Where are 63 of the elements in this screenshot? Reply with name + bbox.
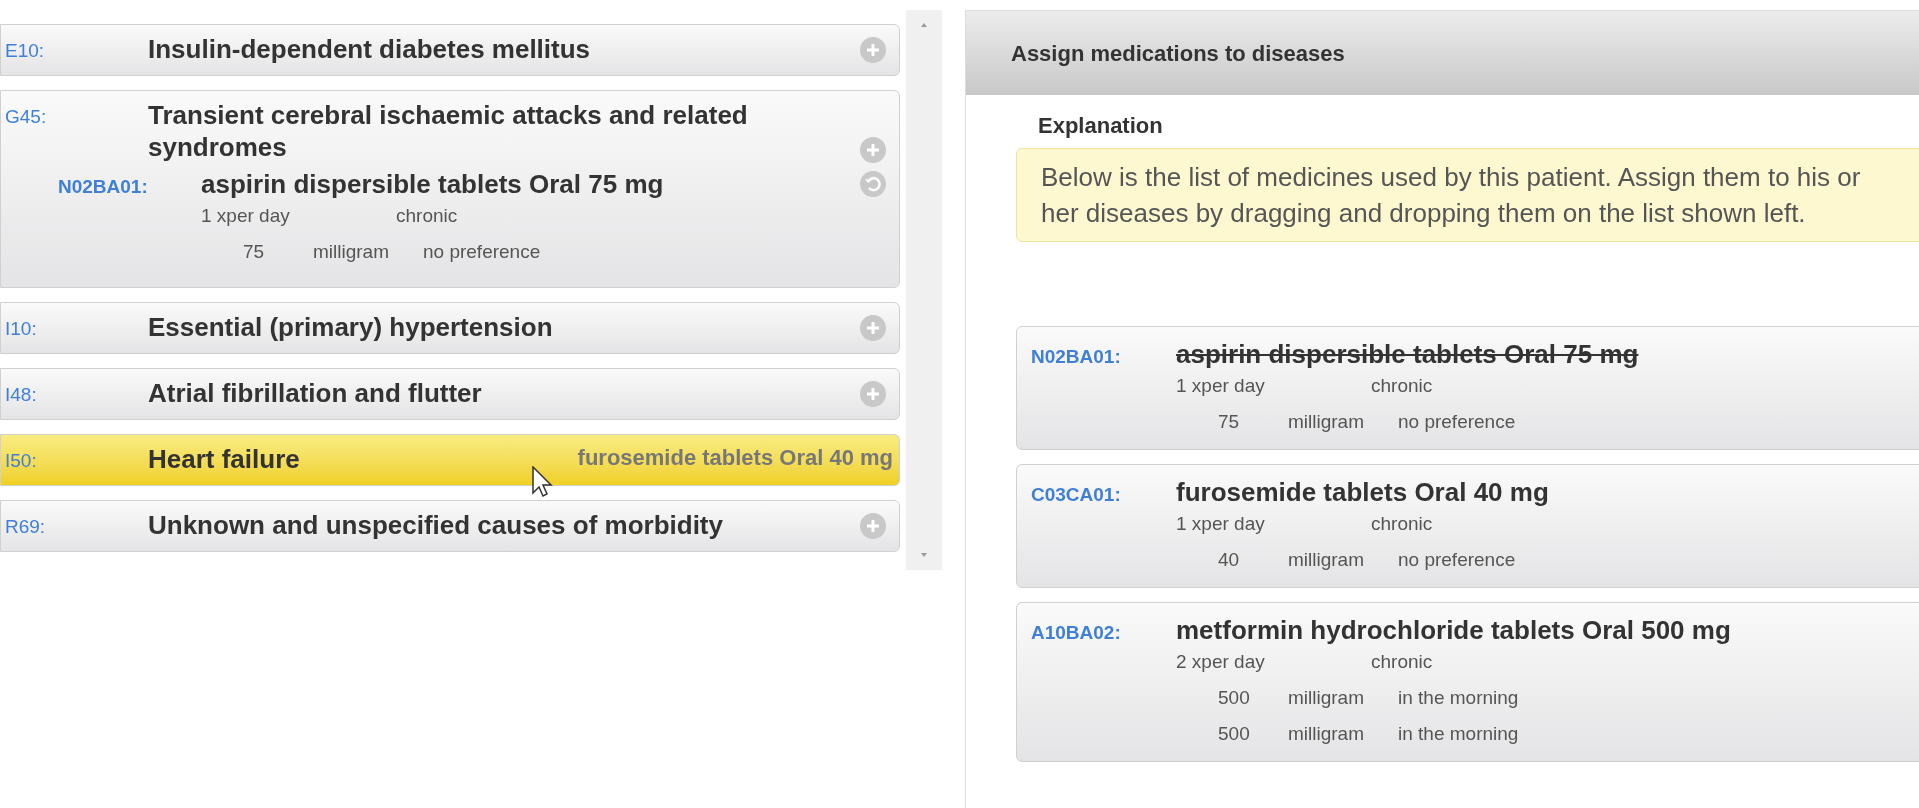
frequency-text: 2 xper day: [1176, 650, 1266, 674]
disease-row[interactable]: I48: Atrial fibrillation and flutter: [0, 368, 900, 420]
disease-name: Unknown and unspecified causes of morbidity: [148, 509, 723, 542]
medication-code: N02BA01:: [58, 175, 149, 199]
dose-unit: milligram: [1288, 722, 1365, 746]
medication-name: aspirin dispersible tablets Oral 75 mg: [1176, 338, 1639, 371]
dose-timing: in the morning: [1398, 686, 1519, 710]
dose-timing: no preference: [1398, 410, 1516, 434]
medication-code: A10BA02:: [1031, 621, 1122, 645]
dose-amount: 40: [1217, 548, 1241, 572]
add-icon[interactable]: [859, 136, 887, 164]
disease-name: Atrial fibrillation and flutter: [148, 377, 482, 410]
medication-code: C03CA01:: [1031, 483, 1122, 507]
explanation-heading: Explanation: [1037, 112, 1164, 140]
dose-amount: 500: [1217, 722, 1251, 746]
frequency-text: 1 xper day: [1176, 512, 1266, 536]
medication-name: metformin hydrochloride tablets Oral 500 mg: [1176, 614, 1731, 647]
add-icon[interactable]: [859, 512, 887, 540]
drag-label: furosemide tablets Oral 40 mg: [577, 444, 893, 472]
dose-amount: 75: [242, 240, 266, 264]
disease-code: R69:: [5, 515, 47, 539]
disease-row[interactable]: I10: Essential (primary) hypertension: [0, 302, 900, 354]
add-icon[interactable]: [859, 36, 887, 64]
undo-icon[interactable]: [859, 170, 887, 198]
add-icon[interactable]: [859, 380, 887, 408]
medication-code: N02BA01:: [1031, 345, 1122, 369]
disease-row[interactable]: G45: Transient cerebral ischaemic attacks and related syndromes N02BA01: aspirin dispersible tablets Oral 75 mg 1 xper day chronic 75 milligram no preference: [0, 90, 900, 288]
dose-timing: no preference: [1398, 548, 1516, 572]
medication-name: aspirin dispersible tablets Oral 75 mg: [201, 168, 664, 201]
scrollbar[interactable]: [906, 10, 942, 570]
medication-name: furosemide tablets Oral 40 mg: [1176, 476, 1549, 509]
disease-code: I10:: [5, 317, 38, 341]
disease-row[interactable]: R69: Unknown and unspecified causes of morbidity: [0, 500, 900, 552]
disease-code: I50:: [5, 449, 38, 473]
disease-code: I48:: [5, 383, 38, 407]
medication-card[interactable]: A10BA02: metformin hydrochloride tablets Oral 500 mg 2 xper day chronic 500 milligram in the morning 500 milligram in the morning: [1016, 602, 1919, 762]
dose-amount: 75: [1217, 410, 1241, 434]
duration-text: chronic: [1371, 374, 1433, 398]
add-icon[interactable]: [859, 314, 887, 342]
dose-unit: milligram: [1288, 410, 1365, 434]
medication-card[interactable]: C03CA01: furosemide tablets Oral 40 mg 1 xper day chronic 40 milligram no preference: [1016, 464, 1919, 588]
duration-text: chronic: [396, 204, 458, 228]
disease-row[interactable]: I50: Heart failure furosemide tablets Oral 40 mg: [0, 434, 900, 486]
dose-unit: milligram: [1288, 548, 1365, 572]
frequency-text: 1 xper day: [1176, 374, 1266, 398]
disease-code: G45:: [5, 105, 48, 129]
disease-code: E10:: [5, 39, 46, 63]
dose-amount: 500: [1217, 686, 1251, 710]
dose-unit: milligram: [313, 240, 390, 264]
dose-timing: in the morning: [1398, 722, 1519, 746]
disease-row[interactable]: E10: Insulin-dependent diabetes mellitus: [0, 24, 900, 76]
cursor-icon: [532, 466, 554, 498]
explanation-text: Below is the list of medicines used by this patient. Assign them to his or her diseases by dragging and dropping them on the list shown left.: [1041, 161, 1862, 230]
dose-unit: milligram: [1288, 686, 1365, 710]
medication-card[interactable]: N02BA01: aspirin dispersible tablets Oral 75 mg 1 xper day chronic 75 milligram no preference: [1016, 326, 1919, 450]
duration-text: chronic: [1371, 512, 1433, 536]
duration-text: chronic: [1371, 650, 1433, 674]
frequency-text: 1 xper day: [201, 204, 291, 228]
dose-timing: no preference: [423, 240, 541, 264]
panel-title: Assign medications to diseases: [1011, 39, 1345, 68]
disease-name: Essential (primary) hypertension: [148, 311, 553, 344]
disease-name: Insulin-dependent diabetes mellitus: [148, 33, 591, 66]
disease-name: Heart failure: [148, 443, 300, 476]
